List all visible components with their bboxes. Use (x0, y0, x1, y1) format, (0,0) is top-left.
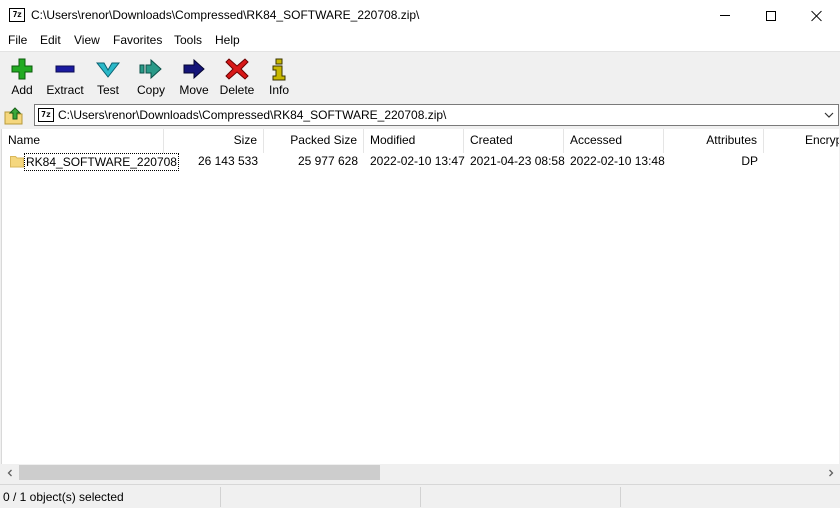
menu-favorites[interactable]: Favorites (113, 33, 162, 47)
column-name[interactable]: Name (2, 129, 164, 153)
add-label: Add (11, 83, 33, 97)
menu-bar: File Edit View Favorites Tools Help (0, 31, 840, 51)
test-label: Test (96, 83, 119, 97)
scrollbar-thumb[interactable] (19, 465, 380, 480)
row-created: 2021-04-23 08:58 (470, 154, 565, 168)
move-arrow-icon (183, 58, 205, 80)
address-path: C:\Users\renor\Downloads\Compressed\RK84… (58, 108, 447, 122)
column-encrypted[interactable]: Encryp (764, 129, 839, 153)
archive-icon: 7z (38, 108, 54, 122)
maximize-icon (766, 10, 776, 21)
chevron-left-icon (7, 469, 12, 476)
row-packed-size: 25 977 628 (297, 154, 358, 168)
scroll-right-button[interactable] (822, 464, 839, 481)
close-button[interactable] (794, 0, 840, 31)
status-bar: 0 / 1 object(s) selected (0, 484, 840, 508)
title-bar: 7z C:\Users\renor\Downloads\Compressed\R… (0, 0, 840, 31)
plus-icon (11, 58, 33, 80)
row-accessed: 2022-02-10 13:48 (570, 154, 665, 168)
delete-x-icon (225, 58, 249, 80)
move-label: Move (179, 83, 209, 97)
info-icon (272, 58, 286, 81)
column-modified[interactable]: Modified (364, 129, 464, 153)
menu-view[interactable]: View (74, 33, 100, 47)
folder-up-icon[interactable] (4, 105, 24, 125)
test-button[interactable]: Test (90, 52, 126, 101)
row-modified: 2022-02-10 13:47 (370, 154, 465, 168)
close-icon (811, 10, 823, 22)
status-panel-2 (221, 487, 421, 507)
address-input[interactable]: 7z C:\Users\renor\Downloads\Compressed\R… (34, 104, 839, 126)
copy-button[interactable]: Copy (133, 52, 169, 101)
row-name[interactable]: RK84_SOFTWARE_220708 (24, 153, 179, 171)
column-size[interactable]: Size (164, 129, 264, 153)
row-size: 26 143 533 (197, 154, 258, 168)
column-accessed[interactable]: Accessed (564, 129, 664, 153)
scroll-left-button[interactable] (1, 464, 18, 481)
chevron-right-icon (828, 469, 833, 476)
minimize-button[interactable] (702, 0, 748, 31)
minimize-icon (720, 15, 730, 16)
window-title: C:\Users\renor\Downloads\Compressed\RK84… (31, 8, 420, 22)
status-selection: 0 / 1 object(s) selected (0, 487, 221, 507)
menu-file[interactable]: File (8, 33, 27, 47)
column-packed-size[interactable]: Packed Size (264, 129, 364, 153)
delete-button[interactable]: Delete (217, 52, 257, 101)
menu-edit[interactable]: Edit (40, 33, 61, 47)
menu-tools[interactable]: Tools (174, 33, 202, 47)
add-button[interactable]: Add (2, 52, 42, 101)
extract-label: Extract (46, 83, 84, 97)
maximize-button[interactable] (748, 0, 794, 31)
column-created[interactable]: Created (464, 129, 564, 153)
horizontal-scrollbar[interactable] (1, 464, 839, 481)
7zip-app-icon[interactable]: 7z (9, 8, 25, 22)
column-attributes[interactable]: Attributes (664, 129, 764, 153)
delete-label: Delete (219, 83, 255, 97)
status-panel-3 (421, 487, 621, 507)
info-button[interactable]: Info (262, 52, 296, 101)
extract-button[interactable]: Extract (43, 52, 87, 101)
row-attributes: DP (741, 154, 758, 168)
toolbar: Add Extract Test Copy Move Delete Info (0, 51, 840, 101)
info-label: Info (268, 83, 289, 97)
copy-arrow-icon (139, 58, 162, 80)
address-bar: 7z C:\Users\renor\Downloads\Compressed\R… (0, 102, 840, 128)
chevron-down-icon[interactable] (823, 109, 835, 121)
move-button[interactable]: Move (176, 52, 212, 101)
minus-icon (55, 65, 75, 73)
check-icon (96, 62, 120, 78)
folder-icon (10, 156, 24, 168)
menu-help[interactable]: Help (215, 33, 240, 47)
table-row[interactable]: RK84_SOFTWARE_220708 26 143 533 25 977 6… (2, 153, 839, 171)
file-list[interactable]: Name Size Packed Size Modified Created A… (1, 129, 839, 464)
copy-label: Copy (136, 83, 165, 97)
